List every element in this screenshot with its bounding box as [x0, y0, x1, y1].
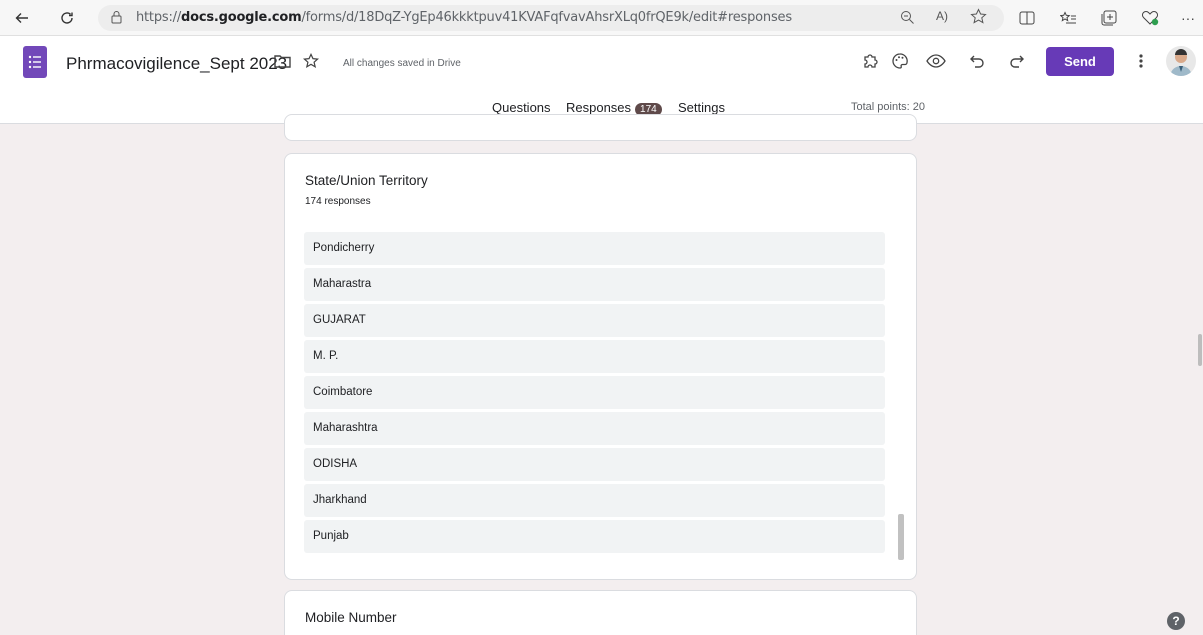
lock-icon[interactable]	[110, 10, 123, 30]
list-item: Jharkhand	[304, 484, 885, 517]
question-title: State/Union Territory	[305, 173, 428, 188]
list-item: ODISHA	[304, 448, 885, 481]
refresh-icon[interactable]	[55, 6, 79, 30]
list-item: Coimbatore	[304, 376, 885, 409]
browser-toolbar: https://docs.google.com/forms/d/18DqZ-Yg…	[0, 0, 1203, 36]
tab-questions[interactable]: Questions	[492, 100, 551, 115]
list-item: M. P.	[304, 340, 885, 373]
total-points: Total points: 20	[851, 101, 925, 113]
save-status: All changes saved in Drive	[343, 58, 461, 69]
response-list[interactable]: Pondicherry Maharastra GUJARAT M. P. Coi…	[304, 232, 885, 556]
help-icon[interactable]: ?	[1167, 612, 1185, 630]
send-button[interactable]: Send	[1046, 47, 1114, 76]
form-title[interactable]: Phrmacovigilence_Sept 2023	[66, 54, 287, 74]
list-item: Pondicherry	[304, 232, 885, 265]
favorite-star-icon[interactable]	[970, 8, 987, 30]
back-arrow-icon[interactable]	[10, 6, 34, 30]
split-screen-icon[interactable]	[1016, 7, 1038, 29]
list-scrollbar[interactable]	[898, 227, 904, 562]
folder-icon[interactable]	[271, 50, 293, 72]
palette-icon[interactable]	[889, 50, 911, 72]
more-vert-icon[interactable]	[1130, 50, 1152, 72]
read-aloud-icon[interactable]: A)	[936, 9, 948, 23]
zoom-icon[interactable]	[900, 10, 915, 30]
star-icon[interactable]	[300, 50, 322, 72]
collections-icon[interactable]	[1098, 7, 1120, 29]
address-bar[interactable]: https://docs.google.com/forms/d/18DqZ-Yg…	[98, 5, 1004, 31]
tab-settings[interactable]: Settings	[678, 100, 725, 115]
avatar[interactable]	[1166, 46, 1196, 76]
response-count: 174 responses	[305, 196, 371, 207]
more-options-icon[interactable]: ···	[1177, 7, 1199, 29]
url-prefix: https://	[136, 10, 181, 25]
next-question-title: Mobile Number	[305, 610, 397, 625]
url-path: /forms/d/18DqZ-YgEp46kkktpuv41KVAFqfvavA…	[301, 10, 793, 25]
previous-question-card	[284, 114, 917, 141]
google-forms-icon[interactable]	[23, 46, 47, 78]
url-domain: docs.google.com	[181, 10, 302, 25]
forms-header: Phrmacovigilence_Sept 2023 All changes s…	[0, 36, 1203, 124]
list-item: Maharashtra	[304, 412, 885, 445]
tab-responses-label: Responses	[566, 100, 632, 115]
question-card: State/Union Territory 174 responses Pond…	[284, 153, 917, 580]
list-item: Maharastra	[304, 268, 885, 301]
next-question-card: Mobile Number	[284, 590, 917, 635]
add-ons-icon[interactable]	[860, 50, 882, 72]
list-scrollbar-thumb[interactable]	[898, 514, 904, 560]
page-scrollbar-thumb[interactable]	[1198, 334, 1202, 366]
responses-content[interactable]: State/Union Territory 174 responses Pond…	[0, 114, 1203, 635]
undo-icon[interactable]	[966, 50, 988, 72]
url-text[interactable]: https://docs.google.com/forms/d/18DqZ-Yg…	[136, 10, 792, 25]
browser-essentials-icon[interactable]	[1139, 7, 1161, 29]
redo-icon[interactable]	[1006, 50, 1028, 72]
preview-eye-icon[interactable]	[925, 50, 947, 72]
favorites-list-icon[interactable]	[1057, 7, 1079, 29]
list-item: GUJARAT	[304, 304, 885, 337]
list-item: Punjab	[304, 520, 885, 553]
